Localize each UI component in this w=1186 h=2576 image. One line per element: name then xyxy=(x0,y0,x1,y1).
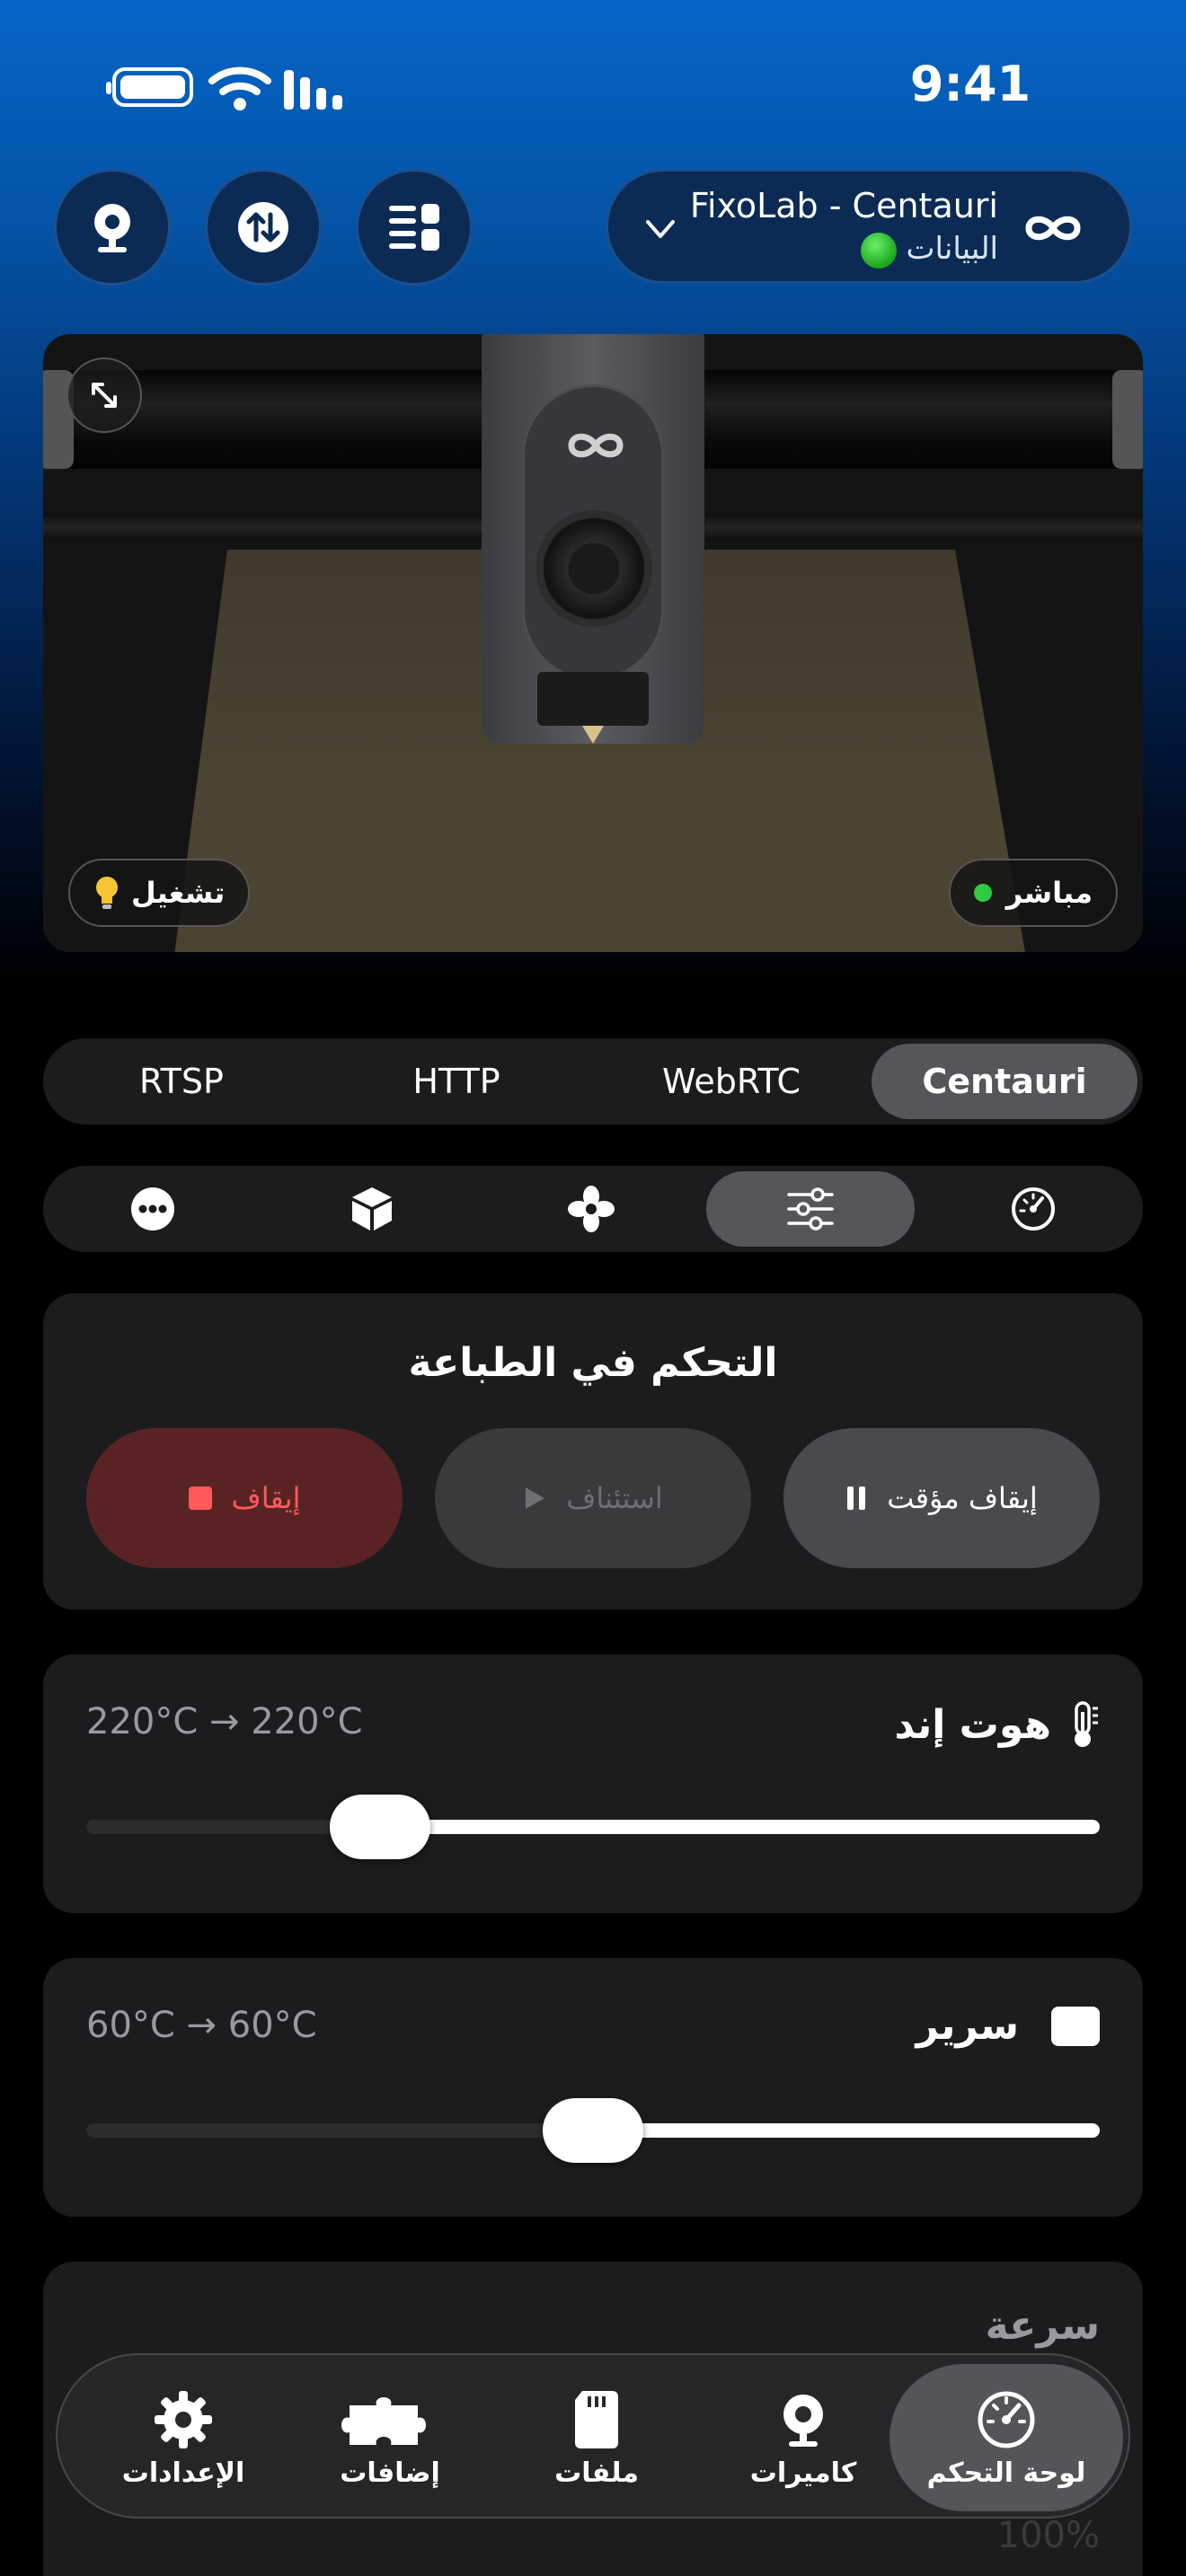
cellular-signal-icon xyxy=(284,70,342,110)
camera-gantry-right xyxy=(1112,370,1143,469)
printhead-fan xyxy=(535,510,652,627)
live-dot-icon xyxy=(973,884,992,902)
control-section-selector xyxy=(43,1166,1143,1252)
tab-dashboard[interactable] xyxy=(929,1171,1137,1247)
bed-icon xyxy=(1051,2006,1100,2046)
webcam-button[interactable] xyxy=(54,169,171,286)
chevron-down-icon xyxy=(646,220,675,238)
tab-bar-files-label: ملفات xyxy=(554,2457,639,2489)
brand-logo-icon xyxy=(1025,216,1081,241)
tab-bar-cameras-label: كاميرات xyxy=(749,2457,857,2489)
lightbulb-icon xyxy=(96,877,118,909)
stream-tab-webrtc[interactable]: WebRTC xyxy=(598,1044,864,1119)
status-time: 9:41 xyxy=(909,56,1031,112)
box-icon xyxy=(352,1187,392,1231)
stream-source-selector: RTSP HTTP WebRTC Centauri xyxy=(43,1038,1143,1125)
bed-card: سرير 60°C → 60°C xyxy=(43,1958,1143,2217)
printer-selector[interactable]: FixoLab - Centauri البيانات xyxy=(606,169,1132,284)
tab-bar-dashboard[interactable]: لوحة التحكم xyxy=(890,2364,1123,2511)
bed-slider-thumb[interactable] xyxy=(543,2098,643,2163)
printer-status-label: البيانات xyxy=(906,231,998,267)
tab-bar-settings-label: الإعدادات xyxy=(121,2457,245,2489)
more-dots-icon xyxy=(131,1187,174,1231)
webcam-icon xyxy=(783,2394,823,2447)
gauge-icon xyxy=(1012,1187,1055,1231)
tab-controls[interactable] xyxy=(706,1171,915,1247)
hotend-card: هوت إند 220°C → 220°C xyxy=(43,1654,1143,1913)
stream-tab-rtsp[interactable]: RTSP xyxy=(49,1044,314,1119)
webcam-icon xyxy=(94,204,130,252)
live-badge: مباشر xyxy=(948,859,1118,927)
transfer-arrows-icon xyxy=(238,202,288,252)
print-control-title: التحكم في الطباعة xyxy=(408,1340,778,1386)
resume-label: استئناف xyxy=(566,1481,663,1515)
bottom-tab-bar: الإعدادات إضافات ملفات كاميرات لوحة التح… xyxy=(56,2353,1130,2519)
camera-feed[interactable]: تشغيل مباشر xyxy=(43,334,1143,952)
resume-button[interactable]: استئناف xyxy=(435,1428,751,1568)
list-grid-icon xyxy=(389,204,439,251)
speed-label: سرعة xyxy=(985,2303,1100,2349)
play-icon xyxy=(526,1487,545,1509)
list-view-button[interactable] xyxy=(356,169,473,286)
bed-label: سرير xyxy=(916,2003,1019,2049)
bed-slider[interactable] xyxy=(86,2098,1100,2163)
stop-square-icon xyxy=(188,1486,212,1510)
stream-tab-http[interactable]: HTTP xyxy=(323,1044,589,1119)
printhead-logo-icon xyxy=(568,433,624,458)
fullscreen-button[interactable] xyxy=(66,357,142,433)
live-label: مباشر xyxy=(1005,876,1093,910)
tab-filament[interactable] xyxy=(268,1171,476,1247)
transfer-button[interactable] xyxy=(205,169,322,286)
wifi-icon xyxy=(208,66,271,110)
pause-label: إيقاف مؤقت xyxy=(887,1481,1038,1515)
printer-status: البيانات xyxy=(861,231,998,269)
sliders-icon xyxy=(787,1187,834,1231)
gear-icon xyxy=(155,2390,212,2448)
tab-bar-cameras[interactable]: كاميرات xyxy=(686,2364,920,2511)
thermometer-icon xyxy=(1075,1701,1098,1747)
camera-printhead xyxy=(482,334,704,744)
tab-bar-files[interactable]: ملفات xyxy=(480,2364,713,2511)
bed-value: 60°C → 60°C xyxy=(86,2005,317,2046)
tab-bar-plugins-label: إضافات xyxy=(340,2457,440,2489)
light-label: تشغيل xyxy=(131,876,226,910)
hotend-slider-thumb[interactable] xyxy=(330,1795,431,1859)
speed-value: 100% xyxy=(996,2515,1100,2556)
hotend-slider[interactable] xyxy=(86,1795,1100,1859)
printer-name: FixoLab - Centauri xyxy=(689,186,998,225)
stop-button[interactable]: إيقاف xyxy=(86,1428,403,1568)
nozzle-tip xyxy=(582,726,604,744)
pause-button[interactable]: إيقاف مؤقت xyxy=(783,1428,1100,1568)
fan-icon xyxy=(568,1186,615,1232)
puzzle-icon xyxy=(341,2396,426,2445)
hotend-label: هوت إند xyxy=(894,1701,1051,1748)
hotend-header: هوت إند xyxy=(894,1699,1100,1750)
battery-icon xyxy=(106,67,193,107)
sd-card-icon xyxy=(575,2390,618,2448)
pause-icon xyxy=(847,1486,866,1510)
light-toggle[interactable]: تشغيل xyxy=(68,859,251,927)
tab-bar-settings[interactable]: الإعدادات xyxy=(66,2364,300,2511)
expand-icon xyxy=(92,383,117,408)
hotend-value: 220°C → 220°C xyxy=(86,1701,363,1742)
dashboard-gauge-icon xyxy=(978,2391,1035,2448)
printhead-nozzle xyxy=(537,672,649,726)
status-dot-icon xyxy=(861,232,898,269)
stream-tab-centauri[interactable]: Centauri xyxy=(872,1044,1137,1119)
tab-fans[interactable] xyxy=(487,1171,695,1247)
tab-more[interactable] xyxy=(49,1171,257,1247)
bed-slider-fill xyxy=(593,2123,1100,2138)
hotend-slider-fill xyxy=(380,1820,1100,1834)
bed-header: سرير xyxy=(916,2003,1100,2049)
tab-bar-plugins[interactable]: إضافات xyxy=(273,2364,507,2511)
tab-bar-dashboard-label: لوحة التحكم xyxy=(926,2457,1086,2489)
stop-label: إيقاف xyxy=(231,1481,301,1515)
print-control-card: التحكم في الطباعة إيقاف استئناف إيقاف مؤ… xyxy=(43,1293,1143,1610)
